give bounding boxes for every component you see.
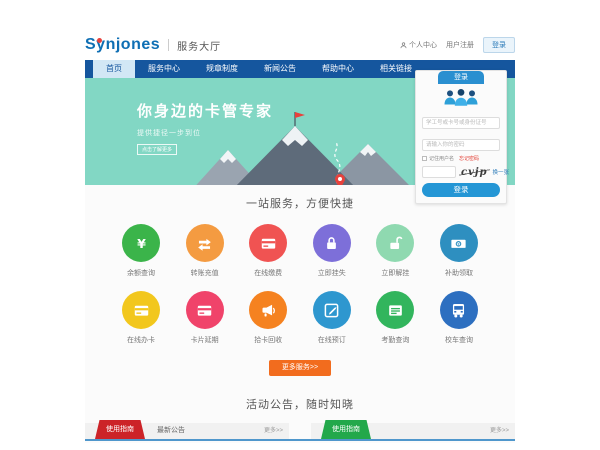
service-item-转账充值[interactable]: 转账充值: [179, 224, 231, 278]
service-item-立即解挂[interactable]: 立即解挂: [369, 224, 421, 278]
password-input[interactable]: [422, 139, 500, 151]
panel-tabbar: 使用指南最新公告 更多>>: [85, 423, 289, 439]
bottom-divider: [85, 439, 515, 441]
service-label: 拾卡回收: [254, 335, 282, 345]
panel-more-link[interactable]: 更多>>: [264, 423, 289, 439]
unlock-icon: [376, 224, 414, 262]
service-label: 卡片延期: [191, 335, 219, 345]
logo[interactable]: Synjones: [85, 36, 160, 54]
login-panel: 登录 记住用户名 忘记密码 cvjp 换一张 登录: [415, 70, 507, 204]
login-tab[interactable]: 登录: [438, 71, 484, 84]
services-row-1: ¥ 余额查询 转账充值 在线缴费 立即挂失 立即解挂 ¥ 补助领取: [85, 224, 515, 278]
captcha-input[interactable]: [422, 166, 456, 178]
service-item-卡片延期[interactable]: 卡片延期: [179, 291, 231, 345]
card-icon: [186, 291, 224, 329]
site-name: 服务大厅: [177, 38, 221, 53]
panel-tab[interactable]: 使用指南: [95, 420, 145, 439]
hero-title: 你身边的卡管专家: [137, 100, 273, 121]
card-icon: [249, 224, 287, 262]
edit-icon: [313, 291, 351, 329]
announcement-panel-2: 使用指南 更多>>: [311, 423, 515, 439]
header-divider: [168, 39, 169, 51]
bus-icon: [440, 291, 478, 329]
user-register-link[interactable]: 用户注册: [446, 40, 474, 50]
service-item-补助领取[interactable]: ¥ 补助领取: [433, 224, 485, 278]
service-label: 余额查询: [127, 268, 155, 278]
services-row-2: 在线办卡 卡片延期 拾卡回收 在线预订 考勤查询 校车查询: [85, 291, 515, 345]
panel-tab[interactable]: 使用指南: [321, 420, 371, 439]
service-item-在线办卡[interactable]: 在线办卡: [115, 291, 167, 345]
service-label: 考勤查询: [381, 335, 409, 345]
service-label: 转账充值: [191, 268, 219, 278]
service-label: 立即解挂: [381, 268, 409, 278]
service-item-余额查询[interactable]: ¥ 余额查询: [115, 224, 167, 278]
announcement-panel-1: 使用指南最新公告 更多>>: [85, 423, 289, 439]
services-section: 一站服务，方便快捷 ¥余额查询转账充值在线缴费立即挂失立即解挂¥补助领取 在线办…: [85, 185, 515, 443]
transfer-icon: [186, 224, 224, 262]
banknote-icon: ¥: [440, 224, 478, 262]
nav-item-帮助中心[interactable]: 帮助中心: [309, 60, 367, 78]
captcha-refresh-link[interactable]: 换一张: [493, 168, 510, 176]
service-label: 补助领取: [445, 268, 473, 278]
panel-secondary-tab[interactable]: 最新公告: [157, 423, 185, 439]
card-icon: [122, 291, 160, 329]
service-label: 立即挂失: [318, 268, 346, 278]
user-register-label: 用户注册: [446, 40, 474, 50]
service-label: 在线缴费: [254, 268, 282, 278]
list-icon: [376, 291, 414, 329]
lock-icon: [313, 224, 351, 262]
panel-more-link[interactable]: 更多>>: [490, 423, 515, 439]
announcements-title: 活动公告，随时知晓: [85, 396, 515, 412]
service-item-校车查询[interactable]: 校车查询: [433, 291, 485, 345]
panel-tabbar: 使用指南 更多>>: [311, 423, 515, 439]
personal-center-label: 个人中心: [409, 40, 437, 50]
remember-checkbox[interactable]: [422, 156, 427, 161]
service-item-考勤查询[interactable]: 考勤查询: [369, 291, 421, 345]
service-label: 在线预订: [318, 335, 346, 345]
announcement-panels: 使用指南最新公告更多>>使用指南更多>>: [85, 423, 515, 439]
nav-item-新闻公告[interactable]: 新闻公告: [251, 60, 309, 78]
hero-banner: 你身边的卡管专家 提供捷径一步到位 点击了解更多 登录 记住用户名 忘记密码: [85, 78, 515, 185]
nav-item-首页[interactable]: 首页: [93, 60, 135, 78]
personal-center-link[interactable]: 个人中心: [400, 40, 437, 50]
remember-label: 记住用户名: [429, 155, 454, 162]
username-input[interactable]: [422, 117, 500, 129]
hero-subtitle: 提供捷径一步到位: [137, 128, 273, 138]
login-submit-button[interactable]: 登录: [422, 183, 500, 197]
service-item-拾卡回收[interactable]: 拾卡回收: [242, 291, 294, 345]
svg-text:¥: ¥: [137, 235, 146, 250]
forgot-password-link[interactable]: 忘记密码: [459, 155, 479, 162]
svg-text:¥: ¥: [458, 241, 461, 247]
person-icon: [400, 42, 407, 49]
yen-icon: ¥: [122, 224, 160, 262]
captcha-image: cvjp: [459, 167, 490, 178]
header-login-button[interactable]: 登录: [483, 37, 515, 53]
service-label: 在线办卡: [127, 335, 155, 345]
users-icon: [441, 87, 481, 108]
service-label: 校车查询: [445, 335, 473, 345]
page: Synjones 服务大厅 个人中心 用户注册 登录 首页服务中心规章制度新闻公…: [85, 30, 515, 443]
hero-cta-button[interactable]: 点击了解更多: [137, 144, 177, 155]
more-services-button[interactable]: 更多服务>>: [269, 360, 331, 376]
header: Synjones 服务大厅 个人中心 用户注册 登录: [85, 30, 515, 60]
nav-item-服务中心[interactable]: 服务中心: [135, 60, 193, 78]
service-item-在线预订[interactable]: 在线预订: [306, 291, 358, 345]
service-item-在线缴费[interactable]: 在线缴费: [242, 224, 294, 278]
nav-item-规章制度[interactable]: 规章制度: [193, 60, 251, 78]
megaphone-icon: [249, 291, 287, 329]
service-item-立即挂失[interactable]: 立即挂失: [306, 224, 358, 278]
